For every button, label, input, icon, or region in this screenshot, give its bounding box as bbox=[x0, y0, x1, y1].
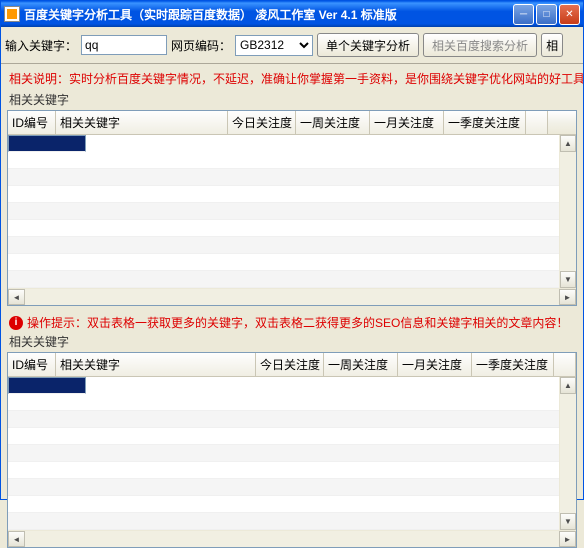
table-1: ID编号 相关关键字 今日关注度 一周关注度 一月关注度 一季度关注度 ▲ bbox=[7, 110, 577, 306]
col-keyword[interactable]: 相关关键字 bbox=[56, 111, 228, 134]
scroll-right-icon[interactable]: ► bbox=[559, 531, 576, 547]
window-title: 百度关键字分析工具（实时跟踪百度数据） 凌风工作室 Ver 4.1 标准版 bbox=[24, 6, 513, 23]
table-row[interactable] bbox=[8, 220, 559, 237]
hscrollbar[interactable]: ◄ ► bbox=[8, 288, 576, 305]
scroll-left-icon[interactable]: ◄ bbox=[8, 289, 25, 305]
scroll-up-icon[interactable]: ▲ bbox=[560, 377, 576, 394]
table-row[interactable] bbox=[8, 135, 86, 152]
col-quarter[interactable]: 一季度关注度 bbox=[472, 353, 554, 376]
table-2: ID编号 相关关键字 今日关注度 一周关注度 一月关注度 一季度关注度 ▲ bbox=[7, 352, 577, 548]
group-2: 相关关键字 ID编号 相关关键字 今日关注度 一周关注度 一月关注度 一季度关注… bbox=[7, 333, 577, 548]
single-analyze-button[interactable]: 单个关键字分析 bbox=[317, 33, 419, 57]
scroll-down-icon[interactable]: ▼ bbox=[560, 271, 576, 288]
table-row[interactable] bbox=[8, 254, 559, 271]
col-today[interactable]: 今日关注度 bbox=[256, 353, 324, 376]
maximize-button[interactable]: □ bbox=[536, 4, 557, 25]
encoding-select[interactable]: GB2312 bbox=[235, 35, 313, 56]
table-row[interactable] bbox=[8, 271, 559, 288]
group-1: 相关关键字 ID编号 相关关键字 今日关注度 一周关注度 一月关注度 一季度关注… bbox=[7, 91, 577, 306]
table-2-header: ID编号 相关关键字 今日关注度 一周关注度 一月关注度 一季度关注度 bbox=[8, 353, 576, 377]
table-row[interactable] bbox=[8, 377, 86, 394]
table-row[interactable] bbox=[8, 237, 559, 254]
group-1-title: 相关关键字 bbox=[7, 91, 577, 110]
table-row[interactable] bbox=[8, 462, 559, 479]
vscrollbar[interactable]: ▲ ▼ bbox=[559, 377, 576, 530]
col-week[interactable]: 一周关注度 bbox=[296, 111, 370, 134]
scroll-down-icon[interactable]: ▼ bbox=[560, 513, 576, 530]
col-quarter[interactable]: 一季度关注度 bbox=[444, 111, 526, 134]
close-button[interactable]: ✕ bbox=[559, 4, 580, 25]
description-text: 相关说明：实时分析百度关键字情况，不延迟，准确让你掌握第一手资料，是你围绕关键字… bbox=[1, 64, 583, 91]
vscrollbar[interactable]: ▲ ▼ bbox=[559, 135, 576, 288]
table-1-body[interactable] bbox=[8, 135, 559, 288]
col-extra[interactable] bbox=[526, 111, 548, 134]
table-row[interactable] bbox=[8, 479, 559, 496]
table-row[interactable] bbox=[8, 152, 559, 169]
table-row[interactable] bbox=[8, 411, 559, 428]
keyword-label: 输入关键字： bbox=[5, 37, 77, 54]
table-row[interactable] bbox=[8, 445, 559, 462]
tip-row: i 操作提示：双击表格一获取更多的关键字，双击表格二获得更多的SEO信息和关键字… bbox=[1, 310, 583, 333]
tip-text: 操作提示：双击表格一获取更多的关键字，双击表格二获得更多的SEO信息和关键字相关… bbox=[27, 314, 568, 331]
col-month[interactable]: 一月关注度 bbox=[370, 111, 444, 134]
minimize-button[interactable]: ─ bbox=[513, 4, 534, 25]
table-row[interactable] bbox=[8, 428, 559, 445]
col-week[interactable]: 一周关注度 bbox=[324, 353, 398, 376]
encoding-label: 网页编码： bbox=[171, 37, 231, 54]
table-row[interactable] bbox=[8, 203, 559, 220]
col-today[interactable]: 今日关注度 bbox=[228, 111, 296, 134]
scroll-right-icon[interactable]: ► bbox=[559, 289, 576, 305]
info-icon: i bbox=[9, 316, 23, 330]
related-analyze-button[interactable]: 相关百度搜索分析 bbox=[423, 33, 537, 57]
col-id[interactable]: ID编号 bbox=[8, 111, 56, 134]
group-2-title: 相关关键字 bbox=[7, 333, 577, 352]
table-row[interactable] bbox=[8, 513, 559, 530]
scroll-left-icon[interactable]: ◄ bbox=[8, 531, 25, 547]
titlebar: 百度关键字分析工具（实时跟踪百度数据） 凌风工作室 Ver 4.1 标准版 ─ … bbox=[1, 1, 583, 27]
toolbar: 输入关键字： 网页编码： GB2312 单个关键字分析 相关百度搜索分析 相 bbox=[1, 27, 583, 64]
app-icon bbox=[4, 6, 20, 22]
col-keyword[interactable]: 相关关键字 bbox=[56, 353, 256, 376]
keyword-input[interactable] bbox=[81, 35, 167, 55]
table-2-body[interactable] bbox=[8, 377, 559, 530]
col-month[interactable]: 一月关注度 bbox=[398, 353, 472, 376]
table-row[interactable] bbox=[8, 169, 559, 186]
col-id[interactable]: ID编号 bbox=[8, 353, 56, 376]
hscrollbar[interactable]: ◄ ► bbox=[8, 530, 576, 547]
table-row[interactable] bbox=[8, 186, 559, 203]
col-extra[interactable] bbox=[554, 353, 576, 376]
table-1-header: ID编号 相关关键字 今日关注度 一周关注度 一月关注度 一季度关注度 bbox=[8, 111, 576, 135]
cut-button[interactable]: 相 bbox=[541, 33, 563, 57]
scroll-up-icon[interactable]: ▲ bbox=[560, 135, 576, 152]
table-row[interactable] bbox=[8, 394, 559, 411]
table-row[interactable] bbox=[8, 496, 559, 513]
